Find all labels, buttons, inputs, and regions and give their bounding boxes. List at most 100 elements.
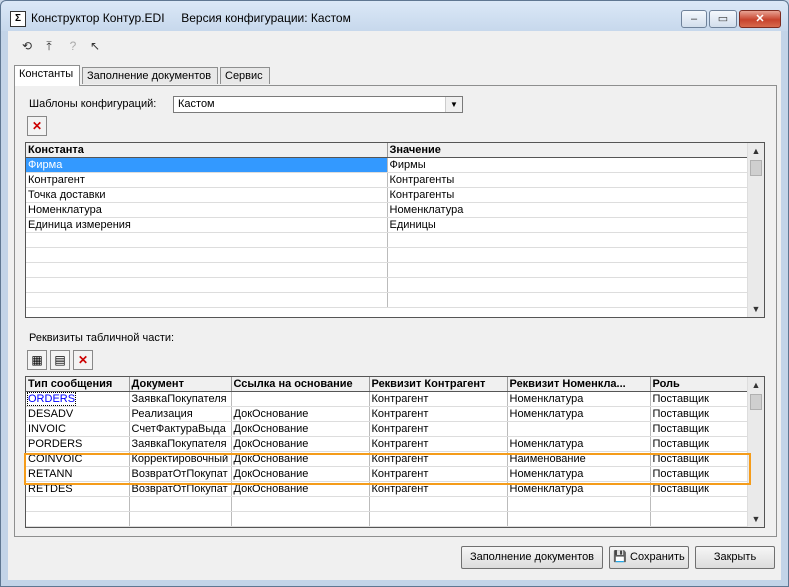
cell-counterparty[interactable]: Контрагент: [369, 406, 508, 422]
props-scrollbar[interactable]: ▲ ▼: [747, 377, 764, 527]
scroll-up-icon[interactable]: ▲: [748, 377, 764, 393]
cell-document[interactable]: [129, 496, 232, 512]
cell-counterparty[interactable]: [369, 496, 508, 512]
scroll-up-icon[interactable]: ▲: [748, 143, 764, 159]
table-row[interactable]: [26, 292, 750, 308]
cell-value[interactable]: Контрагенты: [387, 172, 750, 188]
scroll-down-icon[interactable]: ▼: [748, 301, 764, 317]
tab-service[interactable]: Сервис: [220, 67, 270, 84]
cell-document[interactable]: ВозвратОтПокупат: [129, 466, 232, 482]
cell-role[interactable]: Поставщик: [650, 421, 751, 437]
cell-counterparty[interactable]: Контрагент: [369, 481, 508, 497]
cell-counterparty[interactable]: Контрагент: [369, 391, 508, 407]
cell-document[interactable]: Корректировочный: [129, 451, 232, 467]
cell-counterparty[interactable]: Контрагент: [369, 421, 508, 437]
cell-message-type[interactable]: [26, 511, 130, 527]
save-button[interactable]: 💾 Сохранить: [609, 546, 689, 569]
cell-message-type[interactable]: COINVOIC: [26, 451, 130, 467]
scroll-thumb[interactable]: [750, 160, 762, 176]
table-row[interactable]: [26, 496, 751, 512]
cell-document[interactable]: ЗаявкаПокупателя: [129, 436, 232, 452]
cell-message-type[interactable]: ORDERS: [26, 391, 130, 407]
cell-value[interactable]: Контрагенты: [387, 187, 750, 203]
cell-constant[interactable]: [26, 277, 388, 293]
cell-base-link[interactable]: ДокОснование: [231, 406, 370, 422]
table-row[interactable]: Фирма Фирмы: [26, 157, 750, 173]
maximize-button[interactable]: ▭: [709, 10, 737, 28]
cell-role[interactable]: [650, 511, 751, 527]
table-row[interactable]: [26, 277, 750, 293]
cell-document[interactable]: [129, 526, 232, 527]
cell-base-link[interactable]: [231, 496, 370, 512]
table-row[interactable]: Номенклатура Номенклатура: [26, 202, 750, 218]
cell-document[interactable]: ЗаявкаПокупателя: [129, 391, 232, 407]
table-row[interactable]: DESADV Реализация ДокОснование Контрагент Но…: [26, 406, 751, 422]
cell-constant[interactable]: Контрагент: [26, 172, 388, 188]
header-document[interactable]: Документ: [129, 377, 232, 392]
cell-base-link[interactable]: [231, 391, 370, 407]
table-row[interactable]: [26, 247, 750, 263]
table-row[interactable]: RETDES ВозвратОтПокупат ДокОснование Контра…: [26, 481, 751, 497]
cell-nomenclature[interactable]: Номенклатура: [507, 391, 651, 407]
cell-nomenclature[interactable]: Наименование: [507, 451, 651, 467]
cell-counterparty[interactable]: [369, 511, 508, 527]
cell-role[interactable]: [650, 496, 751, 512]
delete-template-button[interactable]: ✕: [27, 116, 47, 136]
templates-combo[interactable]: Кастом ▼: [173, 96, 463, 113]
header-value[interactable]: Значение: [387, 143, 750, 158]
minimize-button[interactable]: –: [681, 10, 707, 28]
cell-document[interactable]: Реализация: [129, 406, 232, 422]
cell-nomenclature[interactable]: Номенклатура: [507, 481, 651, 497]
cell-value[interactable]: [387, 262, 750, 278]
header-message-type[interactable]: Тип сообщения: [26, 377, 130, 392]
cell-document[interactable]: [129, 511, 232, 527]
cell-base-link[interactable]: ДокОснование: [231, 481, 370, 497]
tab-fill-documents[interactable]: Заполнение документов: [82, 67, 218, 84]
cell-nomenclature[interactable]: [507, 496, 651, 512]
table-row[interactable]: RETANN ВозвратОтПокупат ДокОснование Контра…: [26, 466, 751, 482]
cell-role[interactable]: Поставщик: [650, 391, 751, 407]
table-row[interactable]: Единица измерения Единицы: [26, 217, 750, 233]
table-row[interactable]: [26, 511, 751, 527]
load-config-icon[interactable]: ⤒: [40, 37, 58, 55]
cell-message-type[interactable]: DESADV: [26, 406, 130, 422]
header-base-link[interactable]: Ссылка на основание: [231, 377, 370, 392]
cell-counterparty[interactable]: [369, 526, 508, 527]
constants-grid[interactable]: Константа Значение Фирма Фирмы Контрагент…: [25, 142, 765, 318]
cell-message-type[interactable]: [26, 526, 130, 527]
cell-nomenclature[interactable]: Номенклатура: [507, 406, 651, 422]
add-row-button[interactable]: ▦: [27, 350, 47, 370]
header-constant[interactable]: Константа: [26, 143, 388, 158]
cell-message-type[interactable]: RETANN: [26, 466, 130, 482]
cell-constant[interactable]: Единица измерения: [26, 217, 388, 233]
cell-counterparty[interactable]: Контрагент: [369, 451, 508, 467]
cell-constant[interactable]: Фирма: [26, 157, 388, 173]
cell-document[interactable]: ВозвратОтПокупат: [129, 481, 232, 497]
table-row[interactable]: COINVOIC Корректировочный ДокОснование Конт…: [26, 451, 751, 467]
table-row[interactable]: [26, 262, 750, 278]
cell-constant[interactable]: [26, 262, 388, 278]
header-nomenclature-attr[interactable]: Реквизит Номенкла...: [507, 377, 651, 392]
close-button[interactable]: Закрыть: [695, 546, 775, 569]
cell-counterparty[interactable]: Контрагент: [369, 436, 508, 452]
cell-message-type[interactable]: RETDES: [26, 481, 130, 497]
cell-value[interactable]: [387, 247, 750, 263]
delete-row-button[interactable]: ▤: [50, 350, 70, 370]
cell-role[interactable]: Поставщик: [650, 481, 751, 497]
header-role[interactable]: Роль: [650, 377, 751, 392]
cell-nomenclature[interactable]: Номенклатура: [507, 436, 651, 452]
table-row[interactable]: [26, 232, 750, 248]
table-row[interactable]: PORDERS ЗаявкаПокупателя ДокОснование Контр…: [26, 436, 751, 452]
pointer-help-icon[interactable]: ↖: [86, 37, 104, 55]
cell-role[interactable]: Поставщик: [650, 406, 751, 422]
cell-counterparty[interactable]: Контрагент: [369, 466, 508, 482]
scroll-thumb[interactable]: [750, 394, 762, 410]
cell-base-link[interactable]: [231, 511, 370, 527]
cell-constant[interactable]: [26, 247, 388, 263]
close-window-button[interactable]: ✕: [739, 10, 781, 28]
cell-value[interactable]: Номенклатура: [387, 202, 750, 218]
props-grid[interactable]: Тип сообщения Документ Ссылка на основан…: [25, 376, 765, 528]
cell-value[interactable]: [387, 232, 750, 248]
cell-message-type[interactable]: INVOIC: [26, 421, 130, 437]
cell-role[interactable]: Поставщик: [650, 466, 751, 482]
